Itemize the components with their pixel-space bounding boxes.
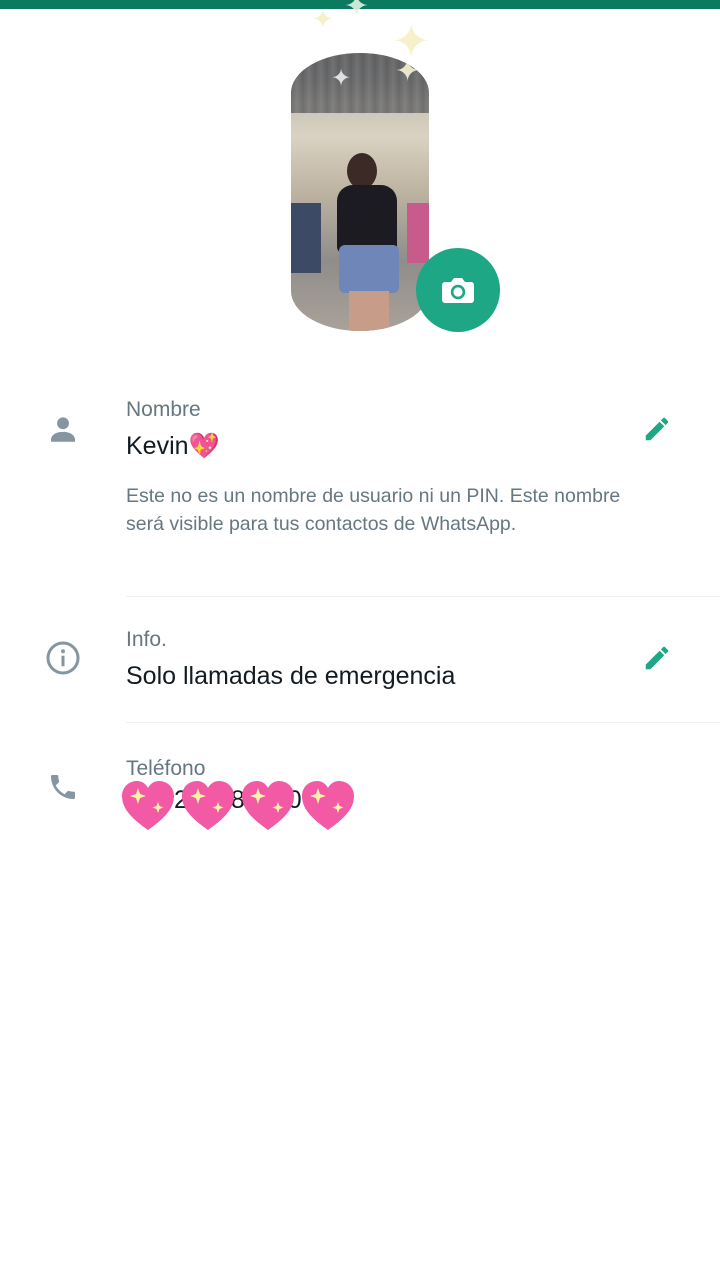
pencil-icon [645,417,669,441]
phone-icon [44,768,82,806]
edit-name-button[interactable] [638,410,676,448]
name-label: Nombre [126,398,201,421]
name-value: Kevin💖 [126,432,220,460]
profile-screen: ✦ ✦ ✦ ✦ ✦ Nombre Kevin💖 Este no es un no… [0,0,720,1280]
divider [126,596,720,597]
phone-label: Teléfono [126,757,206,780]
profile-photo-container[interactable]: ✦ ✦ [291,53,429,331]
name-help-text: Este no es un nombre de usuario ni un PI… [126,485,621,535]
info-label: Info. [126,628,167,651]
pencil-icon [645,646,669,670]
sparkle-decoration: ✦ [344,0,370,23]
sparkling-heart-icon [242,781,294,830]
camera-icon [442,278,474,303]
info-value: Solo llamadas de emergencia [126,662,456,690]
info-icon [44,639,82,677]
person-icon [44,410,82,448]
divider [126,722,720,723]
sparkling-heart-icon [302,781,354,830]
profile-photo[interactable]: ✦ ✦ [291,53,429,331]
sparkling-heart-icon [122,781,174,830]
heart-overlay [120,780,356,832]
sparkling-heart-icon [182,781,234,830]
sparkle-decoration: ✦ [312,4,334,34]
change-photo-button[interactable] [416,248,500,332]
edit-info-button[interactable] [638,639,676,677]
